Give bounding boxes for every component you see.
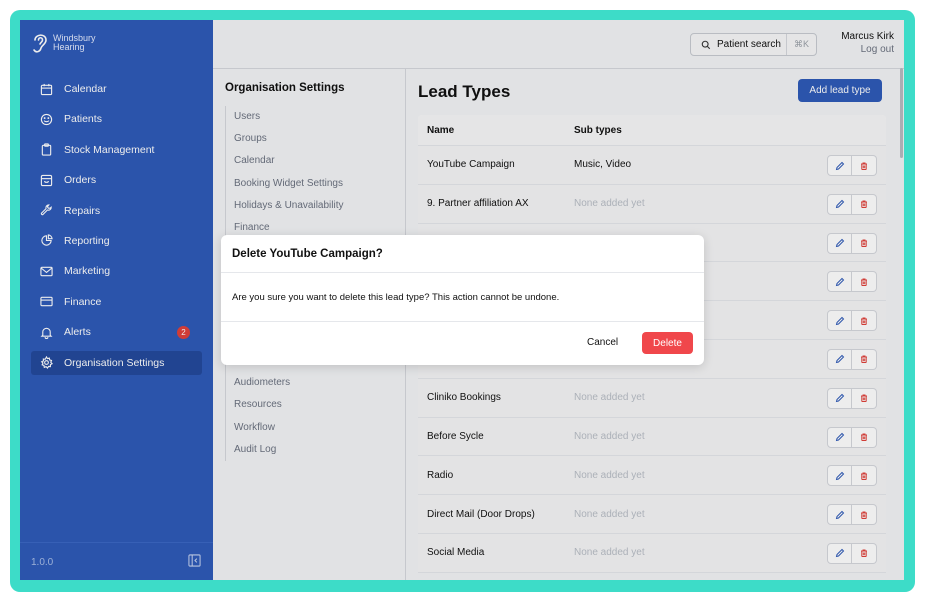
- delete-button[interactable]: Delete: [642, 332, 693, 354]
- dialog-footer: Cancel Delete: [221, 322, 704, 365]
- dialog-title: Delete YouTube Campaign?: [221, 235, 704, 273]
- cancel-button[interactable]: Cancel: [587, 332, 618, 354]
- delete-confirmation-dialog: Delete YouTube Campaign? Are you sure yo…: [221, 235, 704, 365]
- app-window: Windsbury Hearing Calendar Patients Stoc…: [20, 20, 904, 580]
- dialog-message: Are you sure you want to delete this lea…: [221, 273, 704, 322]
